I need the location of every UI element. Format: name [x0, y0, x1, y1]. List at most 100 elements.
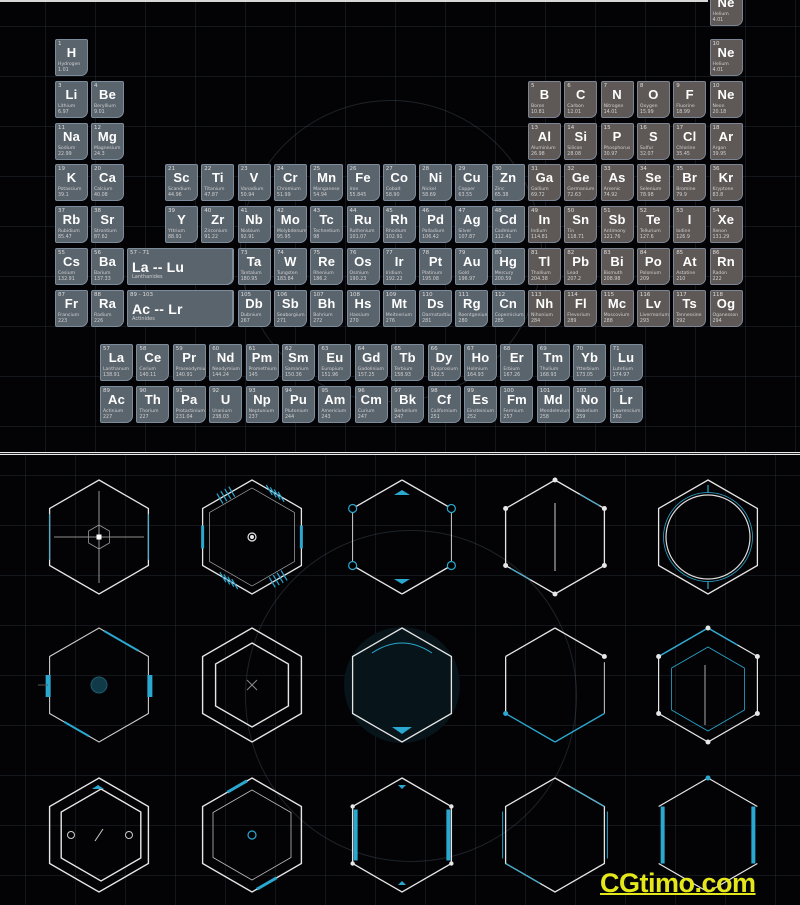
side-bar-right: [147, 675, 153, 697]
element-cell-zn: 30 Zn Zinc 65.38: [491, 164, 525, 202]
element-cell-ir: 77 Ir Iridium 192.22: [382, 248, 416, 285]
element-name: Argon: [712, 145, 727, 151]
top-edge-bar: [0, 0, 708, 2]
atomic-mass: 168.93: [539, 373, 557, 378]
element-symbol: Ho: [471, 350, 490, 365]
atomic-mass: 280: [458, 318, 468, 324]
element-symbol: Bi: [610, 254, 624, 269]
element-symbol: Sm: [288, 350, 309, 365]
element-name: Rhenium: [313, 271, 334, 276]
element-cell-ca: 20 Ca Calcium 40.08: [91, 164, 124, 202]
hex-offset-outline: [60, 788, 142, 882]
atomic-mass: 88.91: [168, 235, 182, 241]
element-cell-bi: 83 Bi Bismuth 208.98: [600, 248, 634, 285]
element-name: Mendelevium: [539, 409, 570, 414]
tick-mark: [280, 570, 288, 581]
element-symbol: Pa: [181, 392, 198, 407]
element-name: Hassium: [349, 312, 370, 318]
element-symbol: Ir: [394, 254, 404, 269]
element-cell-re: 75 Re Rhenium 186.2: [310, 248, 344, 285]
side-bar-left: [660, 806, 665, 864]
atomic-mass: 150.36: [285, 373, 302, 378]
atomic-mass: 144.24: [212, 373, 229, 378]
accent-edge: [554, 712, 605, 743]
element-cell-f: 9 F Fluorine 18.99: [673, 80, 707, 118]
element-symbol: Fl: [574, 295, 587, 311]
hex-edge: [554, 627, 605, 658]
element-cell-eu: 63 Eu Europium 151.96: [318, 344, 352, 381]
hex-outline: [657, 479, 759, 595]
element-symbol: Na: [62, 128, 81, 144]
element-cell-nh: 113 Nh Nihonium 284: [528, 289, 561, 327]
side-bar-right: [751, 806, 756, 864]
element-name: Copper: [458, 187, 475, 193]
element-cell-hg: 80 Hg Mercury 200.59: [491, 248, 525, 285]
element-cell-hs: 108 Hs Hassium 270: [346, 289, 380, 327]
element-cell-cr: 24 Cr Chromium 51.99: [273, 164, 307, 202]
element-symbol: Co: [390, 170, 409, 186]
element-name: Potassium: [58, 187, 82, 193]
element-cell-k: 19 K Potassium 39.1: [55, 164, 88, 202]
element-cell-ar: 18 Ar Argon 39.95: [709, 122, 743, 160]
vertex-dot: [449, 861, 454, 866]
element-name: Bromine: [676, 187, 696, 193]
element-symbol: Lv: [645, 295, 662, 311]
glow: [344, 627, 460, 743]
atomic-mass: 83.8: [712, 193, 724, 199]
element-cell-tb: 65 Tb Terbium 158.93: [391, 344, 425, 381]
element-name: Technetium: [313, 229, 340, 235]
bottom-triangle: [398, 881, 406, 885]
element-symbol: Pt: [428, 254, 443, 269]
element-cell-kr: 36 Kr Kryptone 83.8: [709, 164, 743, 202]
atomic-mass: 121.76: [603, 235, 621, 241]
hex-inner-outline: [212, 789, 292, 881]
element-name: Moscovium: [603, 312, 630, 318]
element-name: Mercury: [494, 271, 514, 276]
element-cell-au: 79 Au Gold 196.97: [455, 248, 489, 285]
center-disc: [90, 676, 108, 694]
element-name: Tungsten: [276, 271, 298, 276]
element-cell-os: 76 Os Osmium 190.23: [346, 248, 380, 285]
element-cell-p: 15 P Phosphorus 30.97: [600, 122, 634, 160]
element-symbol: Cr: [282, 170, 298, 186]
atomic-mass: 138.91: [103, 373, 120, 378]
element-symbol: Hs: [354, 295, 372, 311]
target-ring-hex-icon: [201, 777, 303, 893]
element-cell-ra: 88 Ra Radium 226: [91, 289, 124, 327]
element-name: Gallium: [531, 187, 549, 193]
element-name: Arsenic: [603, 187, 621, 193]
center-ring: [247, 830, 257, 840]
thin-accent-hex-icon: [502, 777, 608, 893]
element-cell-ac: 89 Ac Actinium 227: [100, 386, 133, 423]
atomic-mass: 20.18: [712, 109, 727, 115]
element-symbol: Cf: [437, 392, 452, 407]
element-name: Fluorine: [676, 103, 695, 109]
atomic-mass: 237: [248, 415, 258, 420]
vertex-dot: [503, 506, 509, 511]
atomic-mass: 51.99: [276, 193, 291, 199]
atomic-mass: 12.01: [567, 109, 582, 115]
top-accent: [92, 785, 104, 789]
element-name: Berkelium: [394, 409, 418, 414]
hex-outline: [657, 627, 759, 743]
element-name: Iridium: [385, 271, 402, 276]
element-symbol: Os: [354, 254, 372, 269]
element-symbol: W: [284, 254, 297, 269]
element-symbol: Fe: [355, 170, 371, 186]
atomic-mass: 39.1: [58, 193, 69, 199]
element-name: Meitnerium: [385, 312, 412, 318]
element-cell-lu: 71 Lu Lutetium 174.97: [609, 344, 643, 381]
element-cell-ru: 44 Ru Ruthenium 101.07: [346, 206, 380, 244]
vertex-dot: [552, 591, 558, 597]
atomic-mass: 183.84: [276, 277, 294, 282]
element-name: Darmstadtium: [422, 312, 453, 318]
hex-outline: [504, 777, 606, 893]
element-symbol: Mc: [607, 295, 627, 311]
element-symbol: Ru: [354, 212, 372, 228]
element-name: Oganesson: [712, 312, 739, 318]
element-cell-mg: 12 Mg Magnesium 24.3: [91, 122, 124, 160]
element-name: Antimony: [603, 229, 626, 235]
element-name: Vanadium: [240, 187, 264, 193]
element-cell-cm: 96 Cm Curium 247: [354, 386, 388, 423]
element-name: Rhodium: [385, 229, 407, 235]
